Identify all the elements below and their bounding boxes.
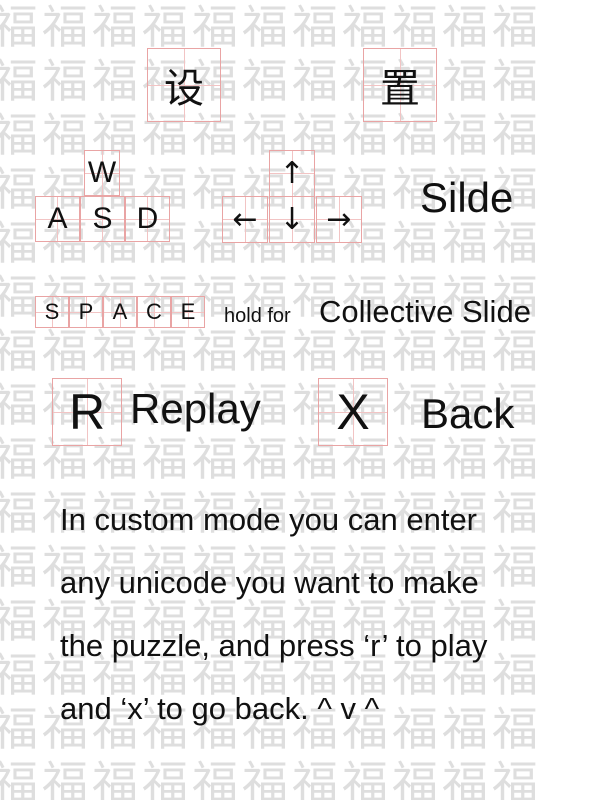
arrow-right-icon: → (316, 196, 362, 243)
title-char-2: 置 (363, 48, 437, 122)
arrow-left-icon: ← (222, 196, 268, 243)
key-s: S (80, 196, 125, 242)
collective-slide-label: Collective Slide (319, 294, 531, 329)
key-r: R (52, 378, 122, 446)
settings-screen: 设 置 W A S D ↑ ← ↓ → Silde S P A C E hold… (0, 0, 600, 800)
space-letter-e: E (171, 296, 205, 328)
key-x: X (318, 378, 388, 446)
space-letter-p: P (69, 296, 103, 328)
arrow-up-icon: ↑ (269, 150, 315, 197)
slide-label: Silde (420, 174, 514, 221)
space-letter-s: S (35, 296, 69, 328)
instruction-line: In custom mode you can enter (60, 502, 478, 537)
key-a: A (35, 196, 80, 242)
back-label: Back (421, 390, 515, 437)
title-char-1: 设 (147, 48, 221, 122)
key-d: D (125, 196, 170, 242)
arrow-down-icon: ↓ (269, 196, 315, 243)
instruction-line: and ‘x’ to go back. ^ v ^ (60, 691, 380, 726)
space-letter-a: A (103, 296, 137, 328)
replay-label: Replay (130, 385, 261, 432)
hold-label: hold for (224, 305, 291, 327)
key-w: W (84, 150, 120, 196)
space-letter-c: C (137, 296, 171, 328)
instruction-line: the puzzle, and press ‘r’ to play (60, 628, 488, 663)
instruction-line: any unicode you want to make (60, 565, 479, 600)
